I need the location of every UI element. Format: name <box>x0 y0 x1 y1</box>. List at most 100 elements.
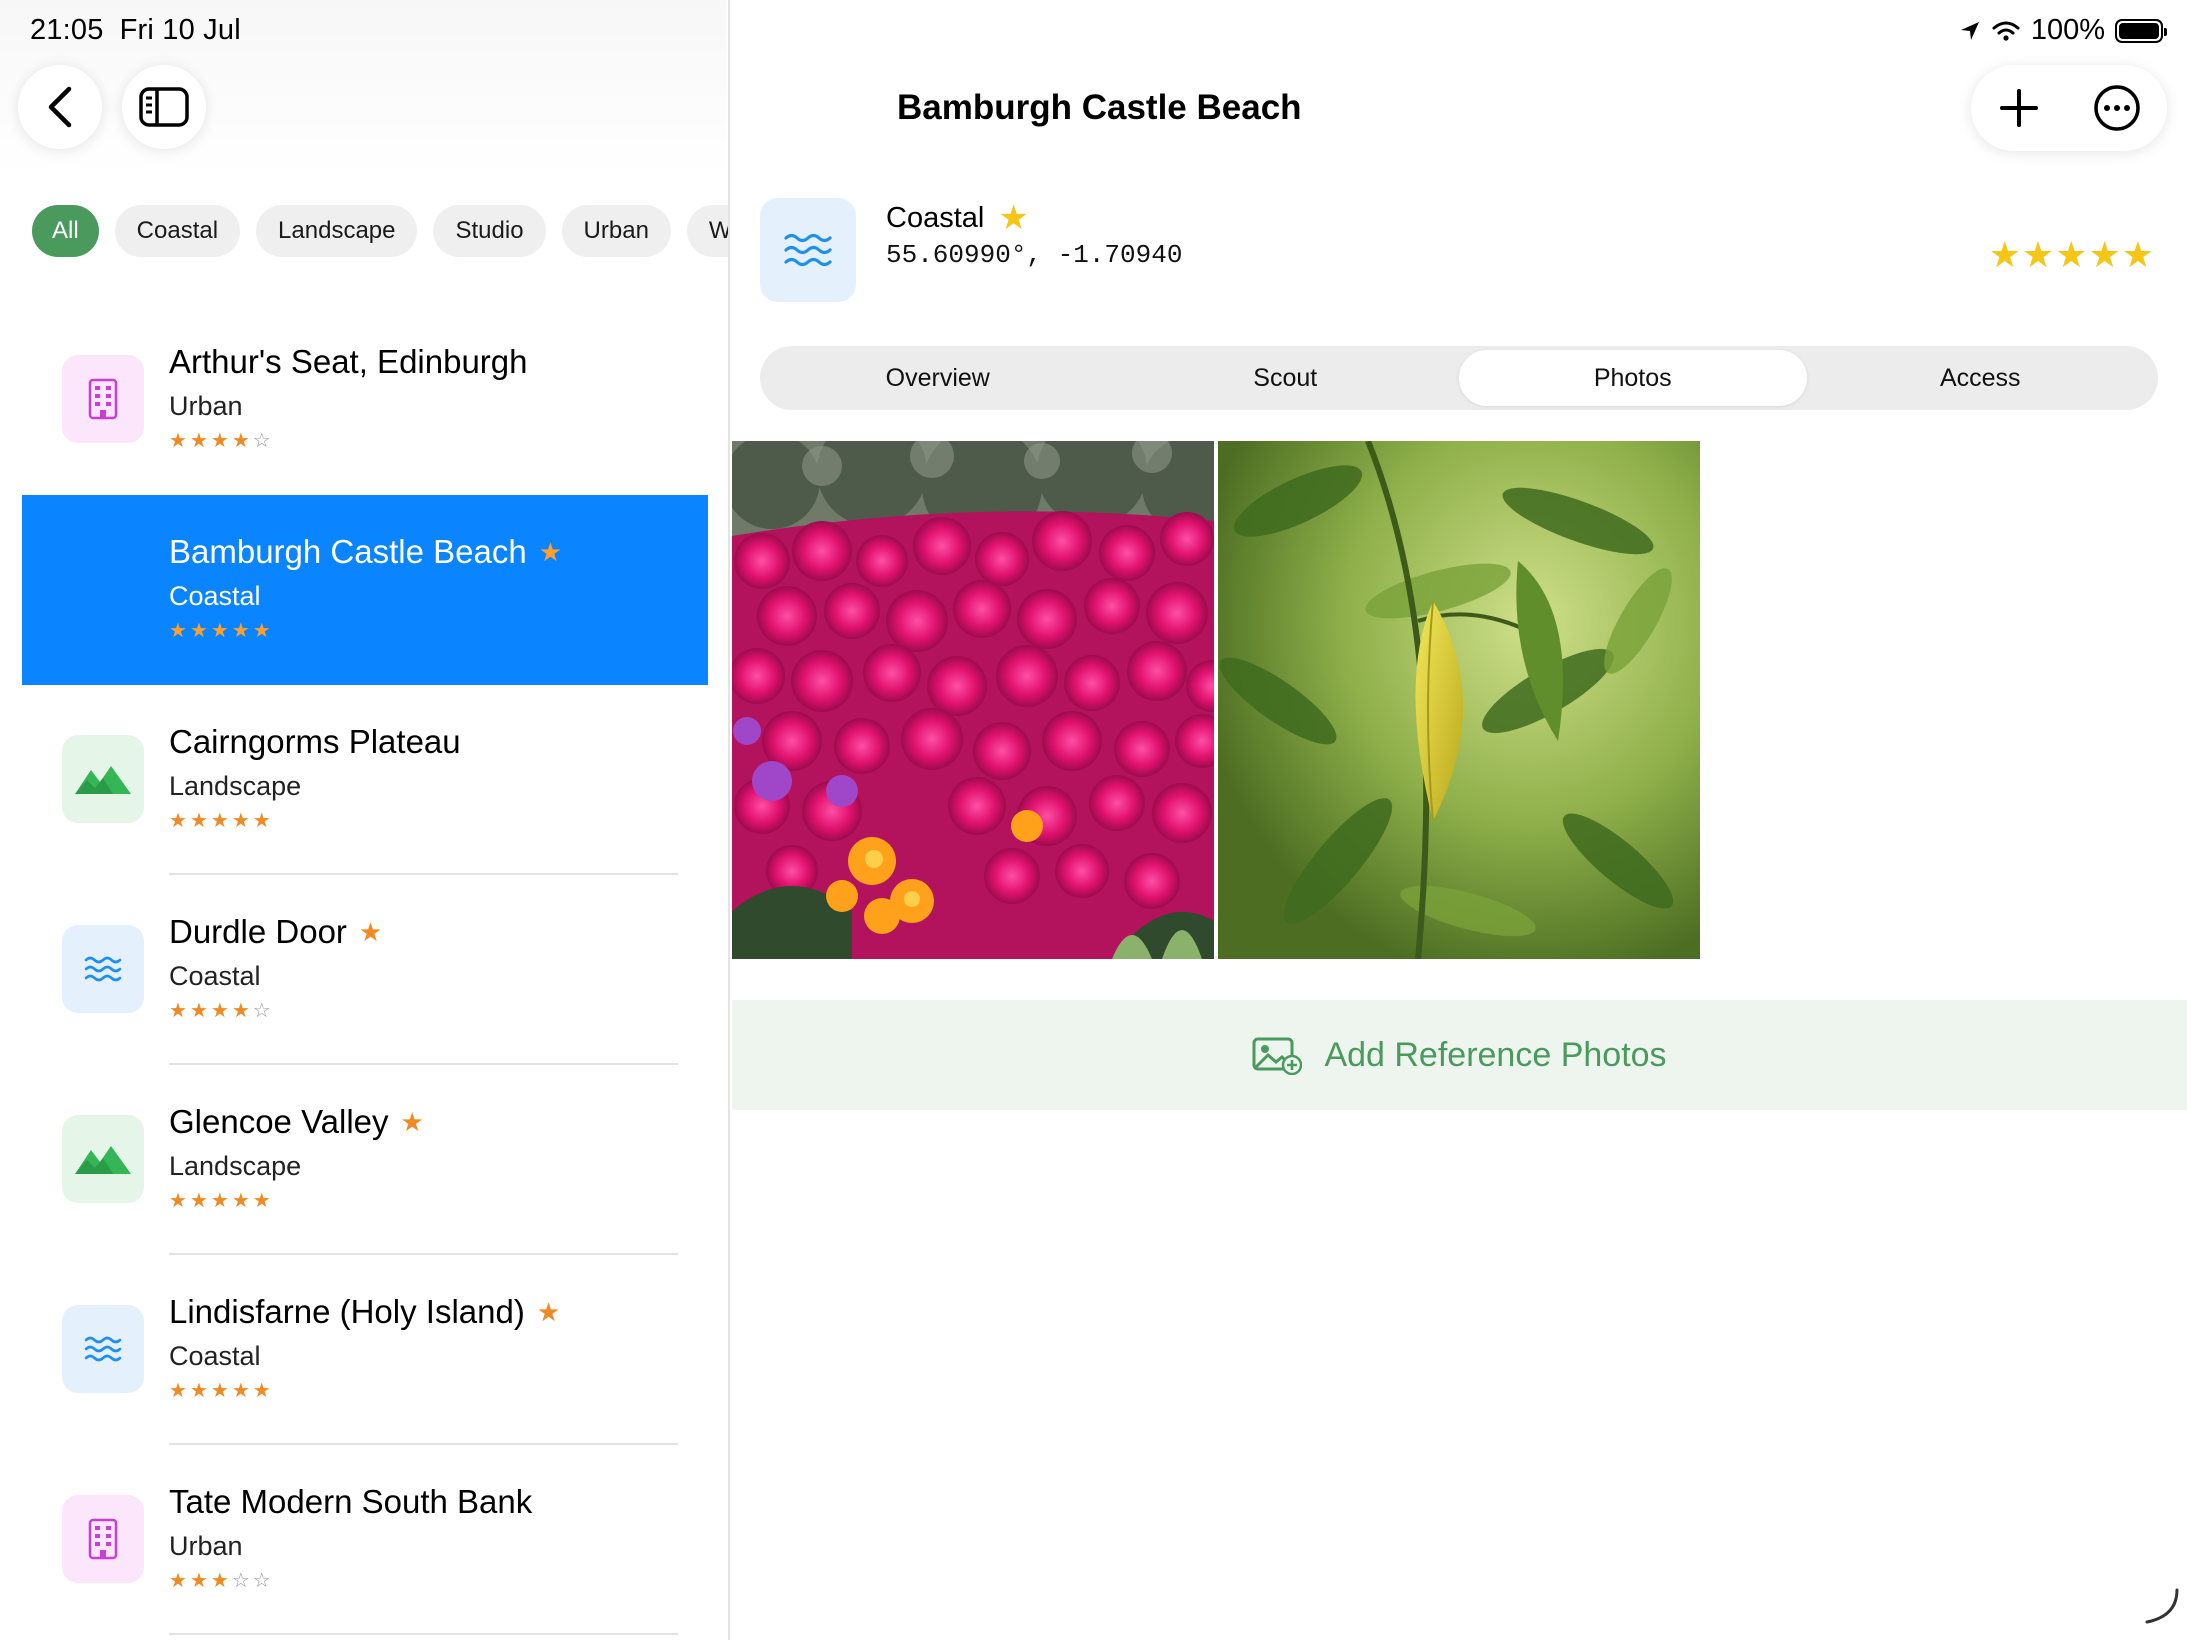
wifi-icon <box>1992 21 2020 41</box>
location-text: Glencoe Valley ★ Landscape ★★★★★ <box>169 1103 424 1213</box>
location-text: Lindisfarne (Holy Island) ★ Coastal ★★★★★ <box>169 1293 560 1403</box>
filter-chip-studio[interactable]: Studio <box>433 205 546 257</box>
location-icon <box>62 735 144 823</box>
location-category: Landscape <box>169 771 302 801</box>
building-icon <box>88 378 118 420</box>
star-filled-icon: ★ <box>2121 234 2155 275</box>
more-icon[interactable] <box>2092 83 2142 133</box>
category-icon-tile <box>760 198 856 302</box>
star-filled-icon: ★ <box>189 1000 211 1022</box>
waves-icon <box>784 233 832 267</box>
star-empty-icon: ☆ <box>231 1570 253 1592</box>
star-rating: ★★★★★ <box>169 1188 424 1213</box>
location-icon <box>62 355 144 443</box>
star-filled-icon: ★ <box>231 1190 253 1212</box>
reference-photo-leaves[interactable] <box>1218 441 1700 959</box>
location-row[interactable]: Arthur's Seat, Edinburgh Urban ★★★★☆ <box>22 305 708 495</box>
location-row[interactable]: Durdle Door ★ Coastal ★★★★☆ <box>22 875 708 1065</box>
star-rating: ★★★★☆ <box>169 428 528 453</box>
location-row[interactable]: Lindisfarne (Holy Island) ★ Coastal ★★★★★ <box>22 1255 708 1445</box>
location-category: Coastal <box>169 961 261 991</box>
favorite-star-icon: ★ <box>538 536 563 567</box>
mountain-icon <box>75 766 131 794</box>
location-name-row: Cairngorms Plateau <box>169 723 461 761</box>
add-icon[interactable] <box>1997 86 2041 130</box>
location-row[interactable]: Cairngorms Plateau Landscape ★★★★★ <box>22 685 708 875</box>
location-name: Cairngorms Plateau <box>169 723 461 760</box>
star-filled-icon: ★ <box>169 1000 190 1022</box>
filter-chip-w[interactable]: W <box>686 205 728 257</box>
location-arrow-icon <box>1960 21 1979 40</box>
tab-access[interactable]: Access <box>1807 350 2155 406</box>
star-filled-icon: ★ <box>1988 234 2022 275</box>
star-filled-icon: ★ <box>231 430 253 452</box>
add-photo-icon <box>1252 1037 1303 1075</box>
star-filled-icon: ★ <box>231 1380 253 1402</box>
filter-chip-all[interactable]: All <box>32 205 99 257</box>
sidebar-icon <box>139 87 189 127</box>
resize-corner-icon <box>2145 1588 2179 1624</box>
location-category: Landscape <box>169 1151 302 1181</box>
detail-category-row: Coastal ★ <box>886 198 1029 238</box>
star-filled-icon: ★ <box>169 1570 190 1592</box>
star-empty-icon: ☆ <box>252 1000 274 1022</box>
location-text: Bamburgh Castle Beach ★ Coastal ★★★★★ <box>169 533 562 643</box>
star-filled-icon: ★ <box>169 620 190 642</box>
star-filled-icon: ★ <box>189 1190 211 1212</box>
status-date: Fri 10 Jul <box>119 14 241 46</box>
star-filled-icon: ★ <box>189 430 211 452</box>
location-name: Arthur's Seat, Edinburgh <box>169 343 528 380</box>
location-name: Lindisfarne (Holy Island) <box>169 1293 525 1330</box>
mountain-icon <box>75 1146 131 1174</box>
location-name: Tate Modern South Bank <box>169 1483 533 1520</box>
location-name-row: Lindisfarne (Holy Island) ★ <box>169 1293 560 1331</box>
sidebar-toggle-button[interactable] <box>122 65 206 149</box>
location-row-selected[interactable]: Bamburgh Castle Beach ★ Coastal ★★★★★ <box>22 495 708 685</box>
location-name-row: Bamburgh Castle Beach ★ <box>169 533 562 571</box>
star-filled-icon: ★ <box>2088 234 2122 275</box>
location-text: Arthur's Seat, Edinburgh Urban ★★★★☆ <box>169 343 528 453</box>
favorite-star-icon: ★ <box>536 1296 561 1327</box>
favorite-star-icon[interactable]: ★ <box>998 198 1028 238</box>
location-name-row: Tate Modern South Bank <box>169 1483 532 1521</box>
star-rating: ★★★☆☆ <box>169 1568 532 1593</box>
tab-photos[interactable]: Photos <box>1459 350 1807 406</box>
add-reference-photos-label: Add Reference Photos <box>1324 1035 1667 1074</box>
detail-coordinates: 55.60990°, -1.70940 <box>886 240 1183 270</box>
waves-icon <box>84 1336 122 1362</box>
location-text: Tate Modern South Bank Urban ★★★☆☆ <box>169 1483 532 1593</box>
star-filled-icon: ★ <box>189 620 211 642</box>
status-time-date: 21:05 Fri 10 Jul <box>30 14 257 47</box>
toolbar-actions <box>1971 65 2167 151</box>
location-row[interactable]: Glencoe Valley ★ Landscape ★★★★★ <box>22 1065 708 1255</box>
location-list: Arthur's Seat, Edinburgh Urban ★★★★☆ Bam… <box>22 305 708 1635</box>
battery-icon <box>2115 18 2167 43</box>
location-icon <box>62 1115 144 1203</box>
back-button[interactable] <box>18 65 102 149</box>
filter-chip-coastal[interactable]: Coastal <box>114 205 241 257</box>
chevron-left-icon <box>48 86 72 128</box>
star-filled-icon: ★ <box>189 1570 211 1592</box>
tab-scout[interactable]: Scout <box>1112 350 1460 406</box>
location-text: Durdle Door ★ Coastal ★★★★☆ <box>169 913 382 1023</box>
add-reference-photos-button[interactable]: Add Reference Photos <box>732 1000 2187 1110</box>
filter-chip-landscape[interactable]: Landscape <box>256 205 418 257</box>
detail-star-rating[interactable]: ★★★★★ <box>1989 234 2155 276</box>
reference-photo-flowers[interactable] <box>732 441 1214 959</box>
star-filled-icon: ★ <box>210 1000 232 1022</box>
tab-overview[interactable]: Overview <box>764 350 1112 406</box>
location-row[interactable]: Tate Modern South Bank Urban ★★★☆☆ <box>22 1445 708 1635</box>
star-filled-icon: ★ <box>231 620 253 642</box>
star-filled-icon: ★ <box>2055 234 2089 275</box>
star-filled-icon: ★ <box>210 1190 232 1212</box>
detail-pane: 100% Bamburgh Castle Beach Coastal ★ 55.… <box>732 0 2187 1640</box>
filter-chip-urban[interactable]: Urban <box>561 205 671 257</box>
favorite-star-icon: ★ <box>358 916 383 947</box>
star-filled-icon: ★ <box>210 430 232 452</box>
location-category: Coastal <box>169 1341 261 1371</box>
star-empty-icon: ☆ <box>252 430 274 452</box>
star-filled-icon: ★ <box>169 430 190 452</box>
star-filled-icon: ★ <box>189 1380 211 1402</box>
location-name: Durdle Door <box>169 913 347 950</box>
building-icon <box>88 1518 118 1560</box>
